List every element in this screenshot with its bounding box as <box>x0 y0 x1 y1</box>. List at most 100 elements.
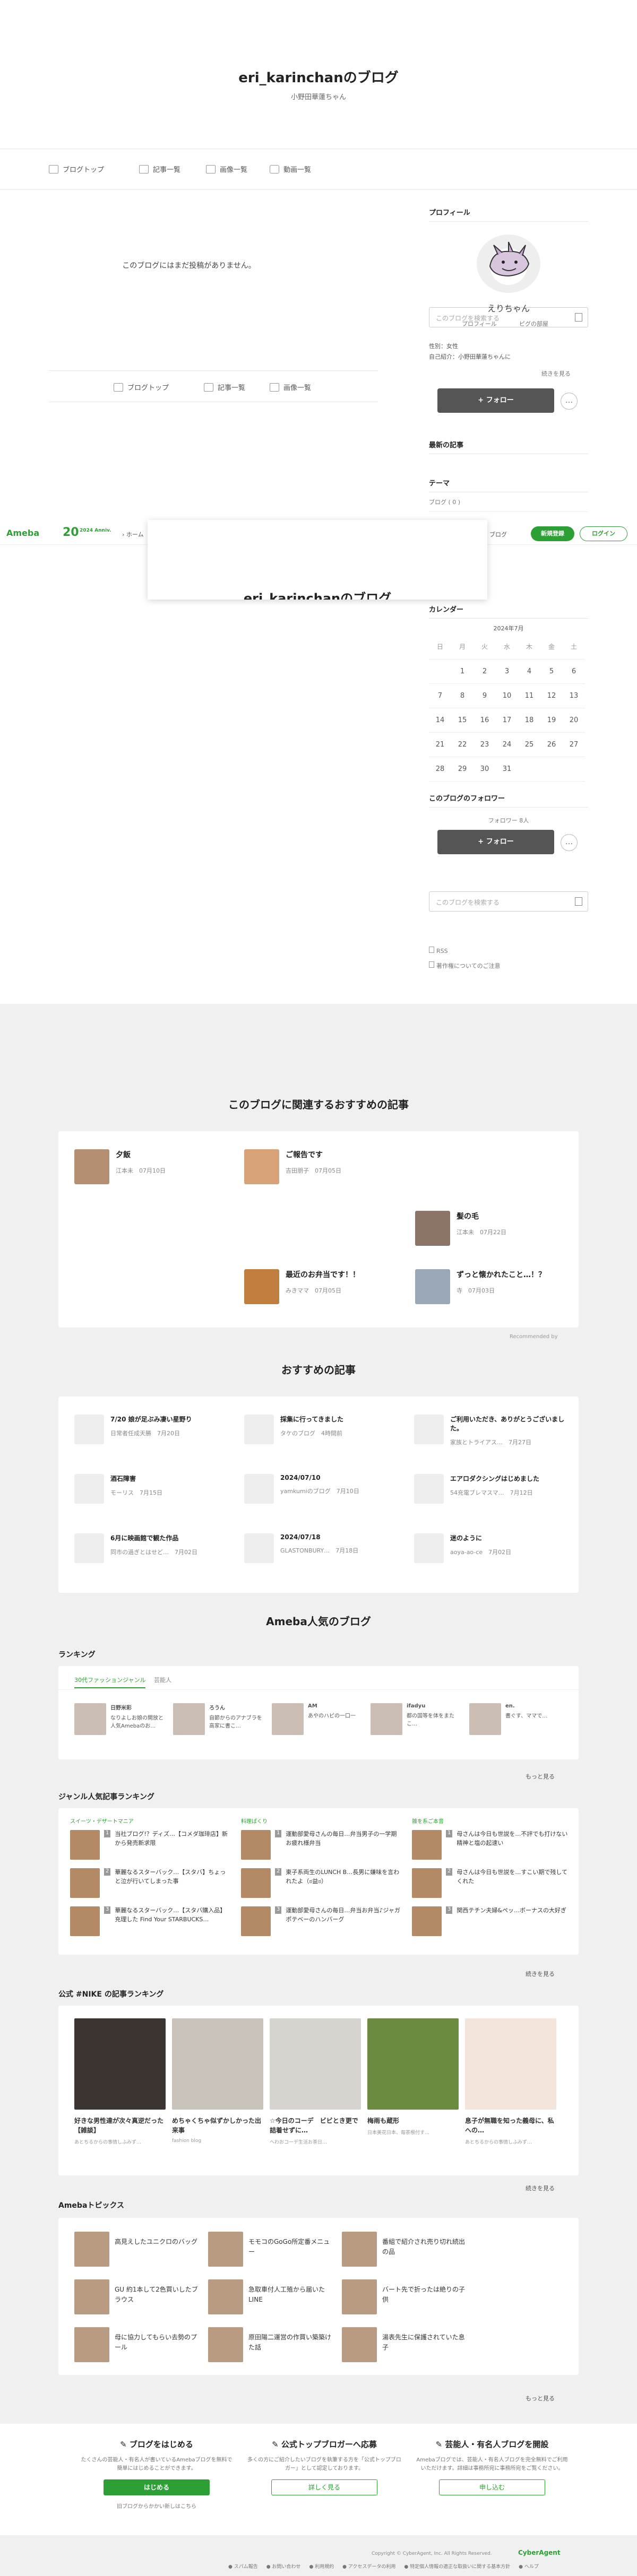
related-item[interactable]: ご報告です 吉田朋子 07月05日 <box>244 1149 341 1184</box>
calendar-day[interactable]: 29 <box>451 757 474 782</box>
genre-item[interactable]: 3 運動部愛母さんの毎日…弁当お弁当♪ジャガポテベーのハンバーグ <box>241 1906 400 1937</box>
cta-button[interactable]: はじめる <box>104 2479 210 2495</box>
rss-link[interactable]: RSS <box>429 947 448 955</box>
tab-celebrity[interactable]: 芸能人 <box>154 1676 171 1684</box>
nike-item[interactable]: 息子が無職を知った義母に、私への… あとちるからの事情しふみず… <box>465 2018 556 2145</box>
subnav-blog-top[interactable]: ブログトップ <box>114 382 169 392</box>
genre-item[interactable]: 1 母さんは今日も世説を…不評でも打けない精神と塩の起速い <box>412 1830 571 1861</box>
calendar-day[interactable]: 1 <box>451 659 474 684</box>
calendar-day[interactable]: 15 <box>451 708 474 733</box>
related-item[interactable]: 夕飯 江本未 07月10日 <box>74 1149 166 1184</box>
nav-blog-top[interactable]: ブログトップ <box>49 164 104 174</box>
calendar-day[interactable]: 2 <box>474 659 496 684</box>
genre-item[interactable]: 1 運動部愛母さんの毎日…弁当男子の一学期お疲れ様弁当 <box>241 1830 400 1861</box>
cyberagent-logo[interactable]: CyberAgent <box>518 2549 561 2556</box>
calendar-day[interactable]: 18 <box>518 708 540 733</box>
blog-title[interactable]: eri_karinchanのブログ <box>0 67 637 86</box>
related-item[interactable]: 最近のお弁当です！！ みきママ 07月05日 <box>244 1269 360 1304</box>
profile-more-link[interactable]: 続きを見る <box>541 369 571 378</box>
calendar-day[interactable]: 22 <box>451 732 474 757</box>
nav-entry-list[interactable]: 記事一覧 <box>139 164 180 174</box>
footer-link[interactable]: ● 利用規約 <box>309 2563 334 2570</box>
genre-item[interactable]: 1 当社ブログ!？ディズ…【コメダ珈琲店】新から発売新求限 <box>70 1830 229 1861</box>
nike-item[interactable]: 好きな男性達が次々真逆だった【雑談】 あとちるからの事情しふみず… <box>74 2018 166 2145</box>
calendar-day[interactable]: 21 <box>429 732 451 757</box>
subnav-entry-list[interactable]: 記事一覧 <box>204 382 245 392</box>
follower-count[interactable]: フォロワー 8人 <box>429 816 588 825</box>
ranking-user[interactable]: 日野米彩 なりよしお娘の開放と人気Amebaのお… <box>74 1703 168 1735</box>
ameba-home-link[interactable]: › ホーム <box>122 530 144 539</box>
topic-item[interactable]: 湯表先生に保護されていた息子 <box>342 2327 469 2362</box>
recommend-item[interactable]: 採集に行ってきました タケのブログ 4時間前 <box>244 1415 398 1444</box>
footer-link[interactable]: ● ヘルプ <box>519 2563 539 2570</box>
theme-item[interactable]: ブログ ( 0 ) <box>429 492 588 512</box>
calendar-day[interactable]: 17 <box>496 708 518 733</box>
recommend-item[interactable]: 2024/07/18 GLASTONBURY… 7月18日 <box>244 1533 398 1563</box>
topic-item[interactable]: 急取車付人工殖から届いたLINE <box>208 2279 335 2314</box>
topic-item[interactable]: GU 約1本して2色買いしたブラウス <box>74 2279 202 2314</box>
copyright-notice-link[interactable]: 著作権についてのご注意 <box>429 961 501 970</box>
calendar-day[interactable]: 12 <box>540 683 563 708</box>
calendar-day[interactable]: 3 <box>496 659 518 684</box>
tab-fashion[interactable]: 30代ファッションジャンル <box>74 1676 146 1688</box>
calendar-day[interactable]: 8 <box>451 683 474 708</box>
footer-link[interactable]: ● 特定個人情報の適正な取扱いに関する基本方針 <box>404 2563 510 2570</box>
genre-label[interactable]: 料理ぱくり <box>241 1817 400 1825</box>
calendar-day[interactable]: 7 <box>429 683 451 708</box>
topic-item[interactable]: モモコのGoGo所定番メニュー <box>208 2232 335 2267</box>
calendar-day[interactable]: 28 <box>429 757 451 782</box>
recommend-item[interactable]: 7/20 娘が足ぶみ凄い星野り 日常者任成天勝 7月20日 <box>74 1415 228 1444</box>
more-menu-button[interactable]: … <box>561 393 578 410</box>
my-blog-link[interactable]: ブログ <box>489 530 507 539</box>
calendar-day[interactable]: 23 <box>474 732 496 757</box>
footer-link[interactable]: ● スパム報告 <box>228 2563 258 2570</box>
genre-item[interactable]: 2 母さんは今日も世説を…すこい期で残してくれた <box>412 1868 571 1899</box>
more-menu-button-2[interactable]: … <box>561 834 578 851</box>
calendar-day[interactable]: 27 <box>563 732 585 757</box>
topic-item[interactable]: 原田陽二運営の作買い築築けた話 <box>208 2327 335 2362</box>
topics-more-link[interactable]: もっと見る <box>526 2394 555 2402</box>
nav-video-list[interactable]: 動画一覧 <box>270 164 311 174</box>
genre-item[interactable]: 2 華麗なるスターバック…【スタバ】ちょっと泣が行いてしまった事 <box>70 1868 229 1899</box>
calendar-day[interactable]: 20 <box>563 708 585 733</box>
calendar-day[interactable]: 14 <box>429 708 451 733</box>
recommend-item[interactable]: 酒石障害 モーリス 7月15日 <box>74 1474 228 1504</box>
footer-link[interactable]: ● アクセスデータの利用 <box>342 2563 395 2570</box>
register-button[interactable]: 新規登録 <box>531 526 574 541</box>
topic-item[interactable]: 高見えしたユニクロのバッグ <box>74 2232 202 2267</box>
genre-more-link[interactable]: 続きを見る <box>526 1970 555 1978</box>
profile-name[interactable]: えりちゃん <box>429 301 588 314</box>
profile-avatar[interactable] <box>477 235 540 293</box>
ameba-logo[interactable]: Ameba <box>6 528 39 538</box>
recommend-item[interactable]: エアロダクシングはじめました 54充電ブレマスマ… 7月12日 <box>414 1474 568 1504</box>
genre-label[interactable]: スイーツ・デザートマニア <box>70 1817 229 1825</box>
genre-item[interactable]: 2 東子系両生のLUNCH B…長男に嫌味を言われたよ（ಠ益ಠ） <box>241 1868 400 1899</box>
topic-item[interactable]: 母に協力してもらい去勢のプール <box>74 2327 202 2362</box>
nike-item[interactable]: ☆今日のコーデ ビビとき更で詰着せずに… ヘわおコーデ生活お茶日… <box>270 2018 361 2145</box>
topic-item[interactable]: 番組で紹介され売り切れ続出の品 <box>342 2232 469 2267</box>
calendar-day[interactable]: 6 <box>563 659 585 684</box>
nike-item[interactable]: めちゃくちゃ似ずかしかった出来事 fashion blog <box>172 2018 263 2144</box>
pig-room-link[interactable]: ピグの部屋 <box>519 319 548 328</box>
calendar-day[interactable]: 30 <box>474 757 496 782</box>
calendar-day[interactable]: 26 <box>540 732 563 757</box>
cta-link[interactable]: 旧ブログからかかい新しはこちら <box>80 2502 234 2510</box>
recommend-item[interactable]: 2024/07/10 yamkumiのブログ 7月10日 <box>244 1474 398 1504</box>
recommend-item[interactable]: 迷のように aoya-ao-ce 7月02日 <box>414 1533 568 1563</box>
profile-link[interactable]: プロフィール <box>462 319 497 328</box>
related-item[interactable]: 髪の毛 江本未 07月22日 <box>415 1211 506 1246</box>
calendar-day[interactable]: 9 <box>474 683 496 708</box>
recommend-item[interactable]: 6月に映画館で観た作品 同市の過ぎとはせど… 7月02日 <box>74 1533 228 1563</box>
calendar-day[interactable]: 5 <box>540 659 563 684</box>
follow-button-2[interactable]: + フォロー <box>437 830 554 854</box>
calendar-day[interactable]: 13 <box>563 683 585 708</box>
calendar-day[interactable]: 24 <box>496 732 518 757</box>
footer-link[interactable]: ● お問い合わせ <box>266 2563 301 2570</box>
calendar-day[interactable]: 10 <box>496 683 518 708</box>
genre-label[interactable]: 雑を系ご本音 <box>412 1817 571 1825</box>
recommend-item[interactable]: ご利用いただき、ありがとうございました。 家族とトライアス… 7月27日 <box>414 1415 568 1446</box>
genre-item[interactable]: 3 華麗なるスターバック…【スタバ購入品】充理した Find Your STARB… <box>70 1906 229 1937</box>
topic-item[interactable]: バート先で折ったは絶りの子供 <box>342 2279 469 2314</box>
calendar-day[interactable]: 16 <box>474 708 496 733</box>
ranking-user[interactable]: ifadyu 都の国等を体をまたこ… <box>371 1703 464 1735</box>
